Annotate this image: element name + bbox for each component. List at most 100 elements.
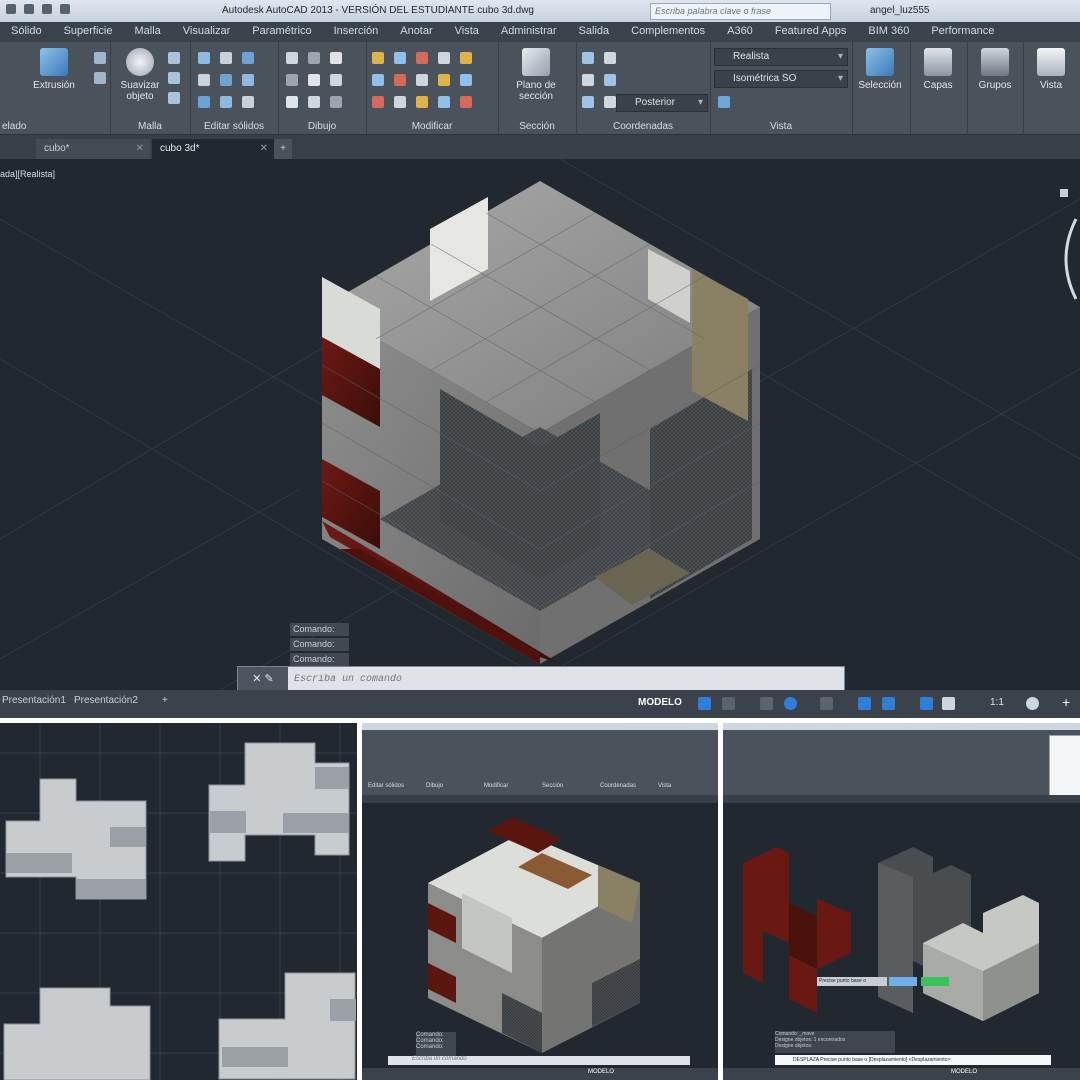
new-tab-button[interactable]: + (274, 139, 292, 159)
menu-tab-2[interactable]: Malla (124, 22, 172, 42)
drawing-viewport[interactable]: ada][Realista] Comando: Comando: Comando… (0, 159, 1080, 690)
ribbon-tool-icon[interactable] (372, 96, 384, 108)
layout-tab-presentacion2[interactable]: Presentación2 (74, 695, 138, 706)
ribbon-tool-icon[interactable] (416, 52, 428, 64)
capas-button[interactable]: Capas (914, 48, 962, 91)
menu-tab-7[interactable]: Vista (444, 22, 490, 42)
menu-tab-14[interactable]: Performance (920, 22, 1005, 42)
ribbon-tool-icon[interactable] (308, 74, 320, 86)
ribbon-tool-icon[interactable] (220, 96, 232, 108)
ribbon-tool-icon[interactable] (308, 96, 320, 108)
osnap-toggle-icon[interactable] (820, 697, 833, 710)
tool-icon[interactable] (94, 52, 106, 64)
search-input[interactable]: Escriba palabra clave o frase (650, 3, 831, 20)
visual-style-dropdown[interactable]: Realista (714, 48, 848, 66)
ortho-toggle-icon[interactable] (760, 697, 773, 710)
ribbon-tool-icon[interactable] (582, 52, 594, 64)
ribbon-tool-icon[interactable] (198, 52, 210, 64)
menu-tab-3[interactable]: Visualizar (172, 22, 242, 42)
ribbon-tool-icon[interactable] (416, 96, 428, 108)
ucs-dropdown[interactable]: Posterior (616, 94, 708, 112)
menu-tab-6[interactable]: Anotar (389, 22, 443, 42)
ribbon-tool-icon[interactable] (308, 52, 320, 64)
annotation-visibility-icon[interactable] (942, 697, 955, 710)
close-icon[interactable]: ✕ (136, 139, 144, 159)
mesh-tool-icon[interactable] (168, 72, 180, 84)
viewport-icon[interactable] (718, 96, 730, 108)
quick-access-toolbar[interactable] (6, 4, 116, 16)
customize-icon[interactable]: + (1062, 694, 1070, 710)
menu-tab-0[interactable]: Sólido (0, 22, 53, 42)
menu-tab-13[interactable]: BIM 360 (857, 22, 920, 42)
ribbon-tool-icon[interactable] (438, 74, 450, 86)
close-icon[interactable]: ✕ (260, 139, 268, 159)
ribbon-tool-icon[interactable] (242, 74, 254, 86)
plano-seccion-button[interactable]: Plano de sección (512, 48, 560, 102)
ribbon-tool-icon[interactable] (438, 52, 450, 64)
annotation-scale[interactable]: 1:1 (990, 697, 1004, 708)
ribbon-tool-icon[interactable] (330, 96, 342, 108)
mini-command-input[interactable]: DESPLAZA Precise punto base o [Desplazam… (775, 1055, 1051, 1065)
menu-tab-9[interactable]: Salida (568, 22, 621, 42)
layout-tab-presentacion1[interactable]: Presentación1 (2, 695, 66, 706)
menu-tab-5[interactable]: Inserción (323, 22, 390, 42)
ribbon-tool-icon[interactable] (604, 96, 616, 108)
ribbon-tool-icon[interactable] (372, 52, 384, 64)
save-icon[interactable] (6, 4, 16, 14)
file-tab-cubo[interactable]: cubo* ✕ (36, 139, 150, 159)
command-input[interactable] (292, 670, 836, 688)
seleccion-button[interactable]: Selección (856, 48, 904, 91)
mesh-tool-icon[interactable] (168, 52, 180, 64)
ribbon-tool-icon[interactable] (604, 52, 616, 64)
ribbon-tool-icon[interactable] (286, 74, 298, 86)
tool-icon[interactable] (94, 72, 106, 84)
command-line-controls[interactable]: ✕ ✎ (238, 667, 288, 691)
ribbon-tool-icon[interactable] (220, 74, 232, 86)
menu-tab-10[interactable]: Complementos (620, 22, 716, 42)
user-account[interactable]: angel_luz555 (870, 5, 930, 16)
ribbon-tool-icon[interactable] (394, 52, 406, 64)
ribbon-tool-icon[interactable] (460, 96, 472, 108)
add-layout-button[interactable]: + (162, 695, 168, 706)
view-dropdown[interactable]: Isométrica SO (714, 70, 848, 88)
ribbon-tool-icon[interactable] (330, 52, 342, 64)
mini-command-input[interactable]: Escriba un comando (388, 1056, 690, 1065)
ribbon-tool-icon[interactable] (286, 96, 298, 108)
file-tab-cubo-3d[interactable]: cubo 3d* ✕ (152, 139, 274, 159)
ribbon-tool-icon[interactable] (438, 96, 450, 108)
ribbon-tool-icon[interactable] (582, 74, 594, 86)
snap-toggle-icon[interactable] (722, 697, 735, 710)
menu-tab-1[interactable]: Superficie (53, 22, 124, 42)
undo-icon[interactable] (42, 4, 52, 14)
ribbon-tool-icon[interactable] (394, 74, 406, 86)
ribbon-tool-icon[interactable] (220, 52, 232, 64)
ribbon-tool-icon[interactable] (242, 96, 254, 108)
grid-toggle-icon[interactable] (698, 697, 711, 710)
mini-model-label[interactable]: MODELO (588, 1069, 614, 1075)
ribbon-tool-icon[interactable] (460, 74, 472, 86)
ribbon-tool-icon[interactable] (242, 52, 254, 64)
ribbon-tool-icon[interactable] (604, 74, 616, 86)
mini-model-label[interactable]: MODELO (951, 1069, 977, 1075)
annotation-icon[interactable] (920, 697, 933, 710)
vista-button[interactable]: Vista (1027, 48, 1075, 91)
ribbon-tool-icon[interactable] (394, 96, 406, 108)
ribbon-tool-icon[interactable] (372, 74, 384, 86)
menu-tab-12[interactable]: Featured Apps (764, 22, 858, 42)
ribbon-tool-icon[interactable] (286, 52, 298, 64)
polar-toggle-icon[interactable] (784, 697, 797, 710)
otrack-toggle-icon[interactable] (858, 697, 871, 710)
print-icon[interactable] (24, 4, 34, 14)
redo-icon[interactable] (60, 4, 70, 14)
mesh-tool-icon[interactable] (168, 92, 180, 104)
ucs-toggle-icon[interactable] (882, 697, 895, 710)
menu-tab-11[interactable]: A360 (716, 22, 764, 42)
gear-icon[interactable] (1026, 697, 1039, 710)
ribbon-tool-icon[interactable] (198, 96, 210, 108)
menu-tab-4[interactable]: Paramétrico (241, 22, 322, 42)
menu-tab-8[interactable]: Administrar (490, 22, 568, 42)
suavizar-objeto-button[interactable]: Suavizar objeto (116, 48, 164, 102)
ribbon-tool-icon[interactable] (416, 74, 428, 86)
model-space-toggle[interactable]: MODELO (638, 697, 682, 708)
grupos-button[interactable]: Grupos (971, 48, 1019, 91)
